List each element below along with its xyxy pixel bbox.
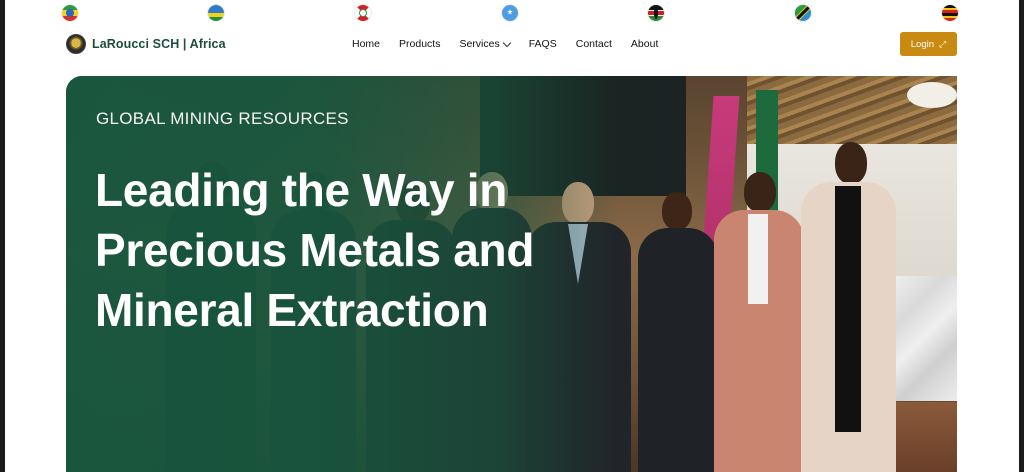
nav-home[interactable]: Home — [352, 38, 380, 50]
page-right-margin — [970, 0, 1024, 472]
chevron-down-icon — [502, 38, 511, 47]
flag-uganda-icon[interactable] — [942, 5, 958, 21]
crest-logo-icon — [66, 34, 86, 54]
site-header: LaRoucci SCH | Africa Home Products Serv… — [60, 30, 960, 60]
nav-about[interactable]: About — [631, 38, 658, 50]
flag-burundi-icon[interactable] — [355, 5, 371, 21]
window-frame-right — [1019, 0, 1024, 472]
flag-tanzania-icon[interactable] — [795, 5, 811, 21]
nav-services-label: Services — [459, 38, 500, 50]
brand-logo[interactable]: LaRoucci SCH | Africa — [66, 34, 226, 54]
login-button[interactable]: Login ⤢ — [900, 32, 957, 56]
nav-about-label: About — [630, 38, 659, 50]
hero-section: GLOBAL MINING RESOURCES Leading the Way … — [66, 76, 957, 472]
flag-somalia-icon[interactable] — [502, 5, 518, 21]
arrow-expand-icon: ⤢ — [939, 38, 947, 49]
login-button-label: Login — [910, 38, 935, 50]
country-flags-row — [0, 5, 1024, 23]
hero-eyebrow: GLOBAL MINING RESOURCES — [96, 109, 349, 128]
nav-home-label: Home — [352, 38, 381, 50]
hero-headline: Leading the Way in Precious Metals and M… — [95, 164, 535, 336]
main-nav: Home Products Services FAQS Contact Abou… — [352, 38, 677, 50]
nav-contact[interactable]: Contact — [576, 38, 612, 50]
flag-ethiopia-icon[interactable] — [62, 5, 78, 21]
nav-faqs-label: FAQS — [528, 38, 557, 50]
nav-services[interactable]: Services — [459, 38, 511, 50]
brand-name: LaRoucci SCH | Africa — [92, 37, 226, 51]
nav-contact-label: Contact — [575, 38, 612, 50]
nav-faqs[interactable]: FAQS — [529, 38, 557, 50]
flag-rwanda-icon[interactable] — [208, 5, 224, 21]
nav-products[interactable]: Products — [399, 38, 440, 50]
flag-kenya-icon[interactable] — [648, 5, 664, 21]
nav-products-label: Products — [399, 38, 441, 50]
window-frame-left — [0, 0, 5, 472]
